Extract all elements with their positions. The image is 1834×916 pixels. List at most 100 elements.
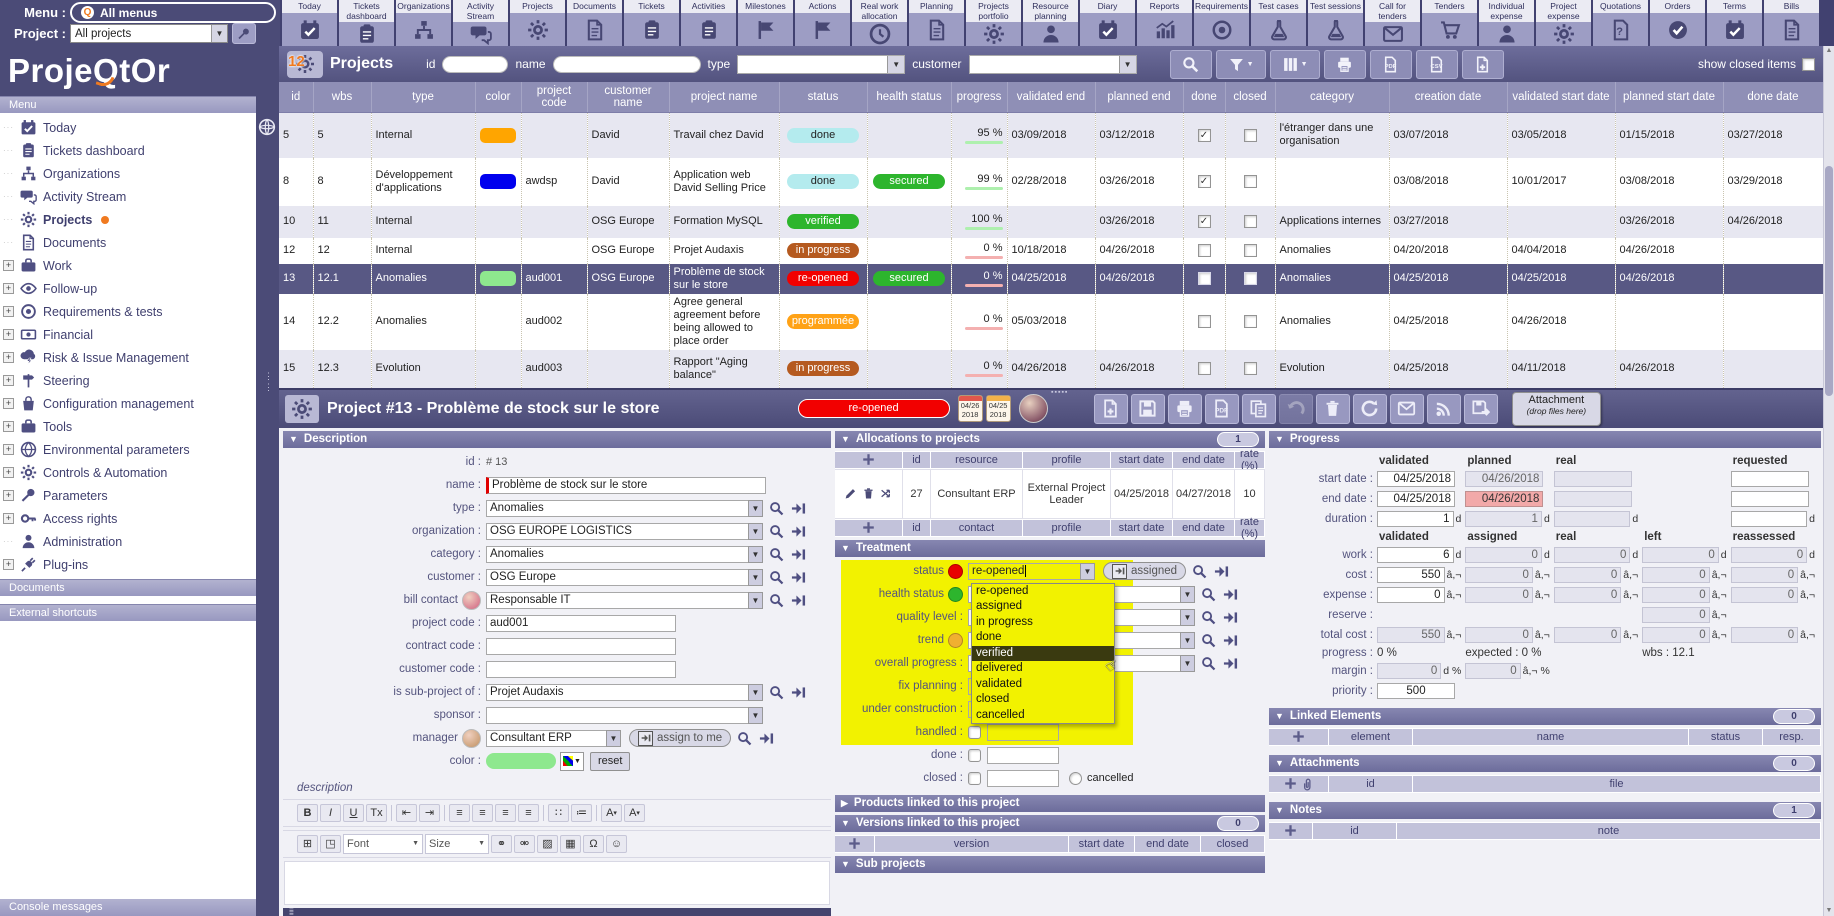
column-header-category[interactable]: category [1275, 82, 1389, 113]
done-checkbox[interactable]: ✓ [1198, 175, 1211, 188]
field-input-contract-code[interactable] [486, 638, 676, 655]
treatment-date-handled[interactable] [987, 724, 1059, 741]
expand-plus-icon[interactable]: + [3, 444, 14, 455]
section-linked-elements[interactable]: ▼Linked Elements 0 [1269, 708, 1821, 725]
column-header-validated-end[interactable]: validated end [1007, 82, 1095, 113]
collapse-ornament-icon[interactable] [258, 118, 276, 136]
table-row-project-13[interactable]: 1312.1Anomaliesaud001OSG EuropeProblème … [279, 264, 1823, 294]
cell[interactable]: name [1413, 728, 1689, 746]
goto-icon[interactable] [790, 592, 807, 609]
column-header-wbs[interactable]: wbs [313, 82, 371, 113]
goto-icon[interactable] [758, 730, 775, 747]
expand-plus-icon[interactable]: + [3, 490, 14, 501]
editor-button-i[interactable]: I [320, 804, 341, 822]
editor-font-select[interactable]: Font▼ [343, 834, 423, 854]
expand-plus-icon[interactable]: + [3, 559, 14, 570]
editor-button-[interactable]: ≡ [518, 804, 539, 822]
cell[interactable]: rate (%) [1235, 451, 1265, 469]
sidebar-item-configuration-management[interactable]: +Configuration management [0, 392, 256, 415]
toolbar-tab-tickets-dashboard[interactable]: Tickets dashboard [339, 0, 394, 46]
priority-input[interactable]: 500 [1377, 683, 1461, 699]
treatment-date-done[interactable] [987, 747, 1059, 764]
sidebar-item-tools[interactable]: +Tools [0, 415, 256, 438]
search-icon[interactable] [768, 523, 785, 540]
toolbar-tab-actions[interactable]: Actions [795, 0, 850, 46]
cell[interactable]: 04/27/2018 [1173, 469, 1235, 519]
toolbar-tab-projects[interactable]: Projects [510, 0, 565, 46]
chevron-down-icon[interactable]: ▼ [1180, 655, 1195, 672]
scrollbar-thumb[interactable] [1825, 166, 1833, 396]
column-header-validated-start-date[interactable]: validated start date [1507, 82, 1615, 113]
splitter-grip[interactable]: ⋮⋮ [264, 371, 272, 393]
column-header-color[interactable]: color [475, 82, 521, 113]
sidebar-item-requirements-tests[interactable]: +Requirements & tests [0, 300, 256, 323]
cell[interactable]: 27 [903, 469, 931, 519]
delete-icon[interactable] [862, 487, 875, 500]
pdf-export-button[interactable]: PDF [1370, 50, 1412, 79]
search-button[interactable] [1170, 50, 1212, 79]
chevron-down-icon[interactable]: ▼ [1180, 586, 1195, 603]
column-header-progress[interactable]: progress [951, 82, 1007, 113]
toolbar-tab-test-cases[interactable]: Test cases [1251, 0, 1306, 46]
filter-id-input[interactable] [442, 56, 508, 73]
editor-button-a[interactable]: A▾ [624, 804, 645, 822]
toolbar-tab-milestones[interactable]: Milestones [738, 0, 793, 46]
toolbar-tab-resource-planning[interactable]: Resource planning [1023, 0, 1078, 46]
checkpoint-button[interactable] [1464, 394, 1498, 424]
status-option-re-opened[interactable]: re-opened [972, 584, 1114, 600]
column-header-planned-end[interactable]: planned end [1095, 82, 1183, 113]
field-select-customer[interactable]: OSG Europe▼ [486, 569, 763, 586]
collapse-triangle-icon[interactable]: ▼ [289, 434, 298, 444]
toolbar-tab-reports[interactable]: Reports [1137, 0, 1192, 46]
add-version-button[interactable] [835, 835, 875, 853]
done-checkbox[interactable]: ✓ [1198, 129, 1211, 142]
search-icon[interactable] [768, 500, 785, 517]
cell[interactable]: id [1313, 822, 1397, 840]
field-select-organization[interactable]: OSG EUROPE LOGISTICS▼ [486, 523, 763, 540]
project-selector[interactable]: All projects ▼ [70, 24, 228, 43]
editor-button-[interactable]: ≡ [472, 804, 493, 822]
toolbar-tab-project-expense[interactable]: Project expense [1536, 0, 1591, 46]
status-option-assigned[interactable]: assigned [972, 599, 1114, 615]
add-linked-element-button[interactable] [1269, 728, 1329, 746]
status-option-closed[interactable]: closed [972, 692, 1114, 708]
print-button[interactable] [1168, 394, 1202, 424]
chevron-down-icon[interactable]: ▼ [748, 707, 763, 724]
section-subprojects[interactable]: ▼Sub projects [835, 856, 1265, 873]
toolbar-tab-activities[interactable]: Activities [681, 0, 736, 46]
search-icon[interactable] [768, 546, 785, 563]
treatment-date-closed[interactable] [987, 770, 1059, 787]
cell[interactable]: Consultant ERP [931, 469, 1023, 519]
toolbar-tab-orders[interactable]: Orders [1650, 0, 1705, 46]
cell[interactable]: end date [1173, 519, 1235, 537]
editor-button-[interactable]: ≡ [495, 804, 516, 822]
new-document-button[interactable] [1462, 50, 1504, 79]
section-treatment[interactable]: ▼Treatment [835, 540, 1265, 557]
toolbar-tab-tickets[interactable]: Tickets [624, 0, 679, 46]
csv-export-button[interactable]: CSV [1416, 50, 1458, 79]
add-icon[interactable] [848, 837, 861, 850]
status-option-verified[interactable]: verified [972, 646, 1114, 662]
attachment-drop-button[interactable]: Attachment (drop files here) [1512, 392, 1602, 426]
add-icon[interactable] [862, 521, 875, 534]
add-icon[interactable] [1284, 824, 1297, 837]
done-checkbox[interactable] [1198, 362, 1211, 375]
calendar-date-icon[interactable]: 04/262018 [958, 395, 983, 422]
chevron-down-icon[interactable]: ▼ [887, 56, 904, 73]
closed-checkbox[interactable] [1244, 215, 1257, 228]
toolbar-tab-today[interactable]: Today [282, 0, 337, 46]
add-allocation-button[interactable] [835, 451, 903, 469]
chevron-down-icon[interactable]: ▼ [606, 730, 621, 747]
toolbar-tab-requirements[interactable]: Requirements [1194, 0, 1249, 46]
status-option-done[interactable]: done [972, 630, 1114, 646]
columns-button[interactable]: ▼ [1270, 50, 1320, 79]
expand-plus-icon[interactable]: + [3, 398, 14, 409]
sidebar-item-work[interactable]: +Work [0, 254, 256, 277]
column-header-closed[interactable]: closed [1225, 82, 1275, 113]
copy-button[interactable] [1242, 394, 1276, 424]
sidebar-item-environmental-parameters[interactable]: +Environmental parameters [0, 438, 256, 461]
goto-icon[interactable] [790, 523, 807, 540]
cell[interactable]: rate (%) [1235, 519, 1265, 537]
treatment-checkbox-handled[interactable] [968, 726, 981, 739]
column-header-creation-date[interactable]: creation date [1389, 82, 1507, 113]
